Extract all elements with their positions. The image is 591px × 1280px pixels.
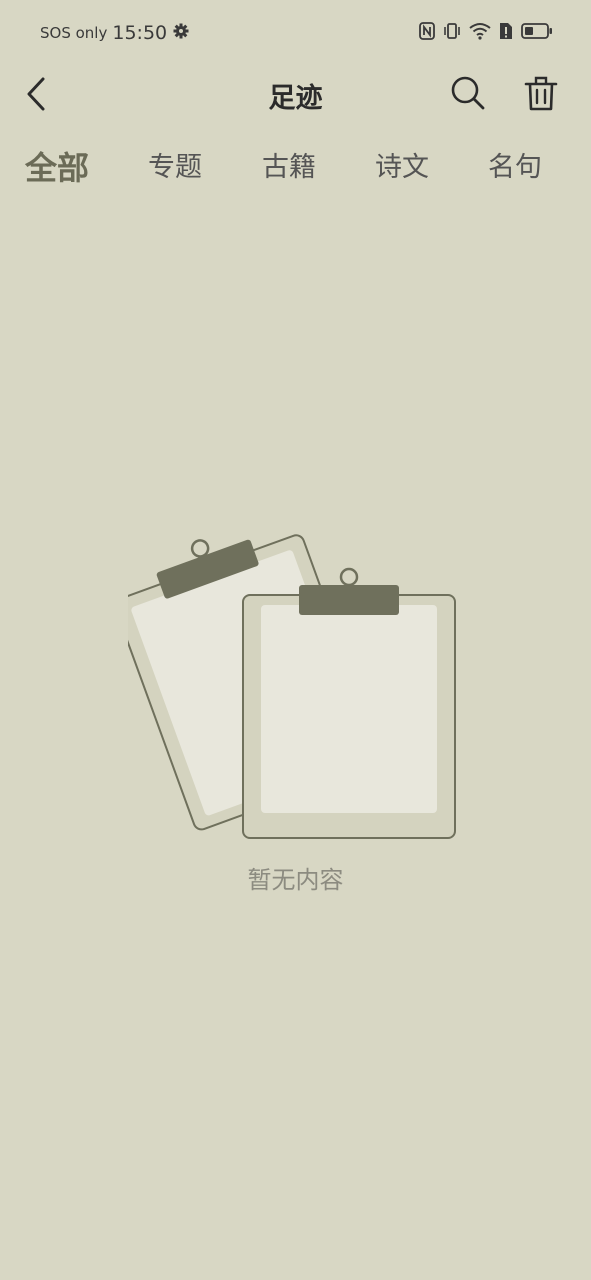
empty-clipboard-illustration <box>128 534 456 839</box>
category-tabs: 全部 专题 古籍 诗文 名句 <box>0 140 591 200</box>
search-button[interactable] <box>447 72 489 114</box>
clock: 15:50 <box>112 22 168 44</box>
battery-icon <box>521 22 553 44</box>
tab-quotes[interactable]: 名句 <box>488 140 542 196</box>
header: 足迹 <box>0 64 591 126</box>
tab-topics[interactable]: 专题 <box>148 140 202 196</box>
vibrate-icon <box>443 22 461 44</box>
page-title: 足迹 <box>268 83 323 114</box>
trash-icon <box>524 76 558 111</box>
status-left: SOS only 15:50 <box>40 22 189 44</box>
settings-gear-icon <box>173 23 189 43</box>
nfc-icon <box>419 22 435 44</box>
tab-all[interactable]: 全部 <box>25 140 89 196</box>
empty-message: 暂无内容 <box>247 866 344 894</box>
tab-classics[interactable]: 古籍 <box>262 140 316 196</box>
status-bar: SOS only 15:50 <box>0 0 591 64</box>
empty-state: 暂无内容 <box>0 520 591 920</box>
sim-alert-icon <box>499 22 513 44</box>
network-status: SOS only <box>40 24 108 42</box>
status-right <box>419 22 553 44</box>
clear-history-button[interactable] <box>520 72 562 114</box>
tab-poems[interactable]: 诗文 <box>375 140 429 196</box>
search-icon <box>451 76 485 110</box>
wifi-icon <box>469 22 491 44</box>
